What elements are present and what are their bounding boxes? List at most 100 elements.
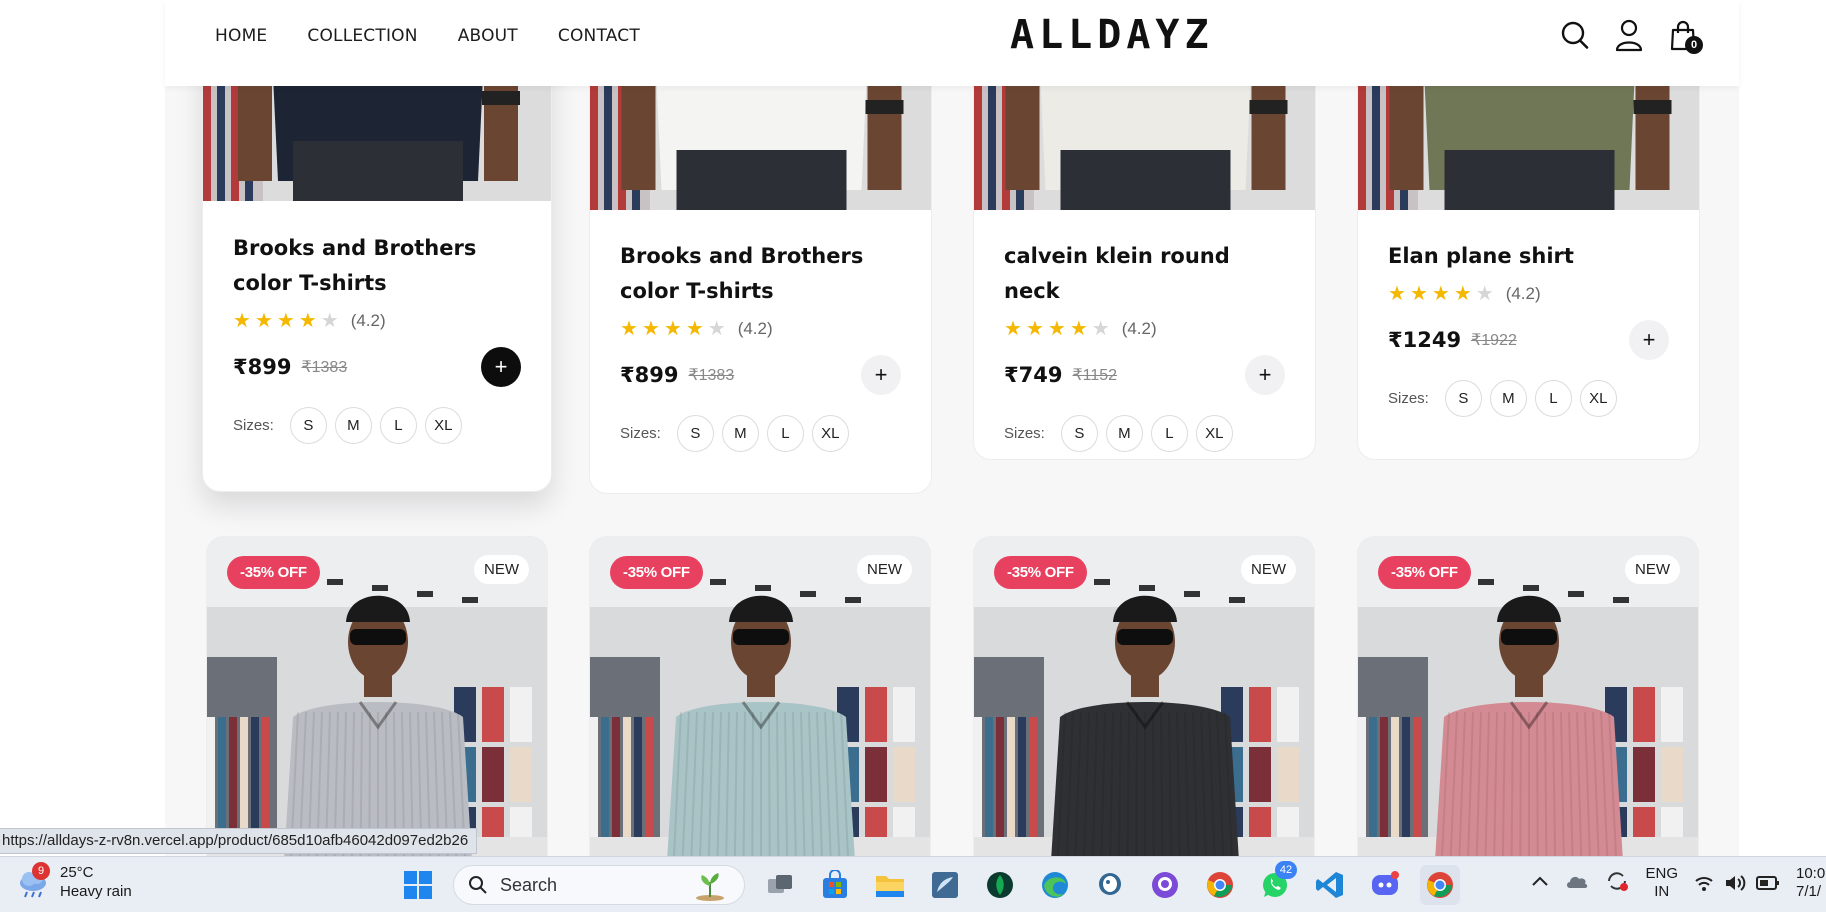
rating-value: (4.2)	[1505, 284, 1541, 303]
mongodb-compass-icon[interactable]	[980, 865, 1020, 905]
size-chip[interactable]: M	[334, 407, 372, 444]
quick-settings[interactable]	[1694, 874, 1780, 892]
product-name[interactable]: Brooks and Brothers color T-shirts	[620, 239, 901, 309]
add-to-cart-button[interactable]: +	[1629, 320, 1669, 360]
new-badge: NEW	[1241, 555, 1296, 584]
original-price: ₹1383	[688, 367, 735, 384]
star-icon: ★	[320, 310, 339, 332]
weather-widget[interactable]: 9 25°C Heavy rain	[16, 862, 132, 901]
product-card[interactable]: -35% OFF NEW	[589, 536, 931, 856]
chevron-up-icon[interactable]	[1531, 874, 1549, 893]
product-name[interactable]: calvein klein round neck	[1004, 239, 1285, 309]
taskbar-apps: Search 42	[398, 861, 1460, 905]
size-chip[interactable]: L	[1534, 380, 1572, 417]
wifi-icon	[1695, 877, 1713, 891]
site-logo[interactable]: ALLDAYZ	[1010, 12, 1214, 58]
file-explorer-icon[interactable]	[870, 865, 910, 905]
product-card[interactable]: -35% OFF NEW	[973, 536, 1315, 856]
size-chip[interactable]: M	[1489, 380, 1527, 417]
size-chip[interactable]: S	[1444, 380, 1482, 417]
whatsapp-icon[interactable]: 42	[1255, 861, 1297, 905]
rating-value: (4.2)	[350, 311, 386, 330]
github-desktop-icon[interactable]	[1145, 865, 1185, 905]
discount-badge: -35% OFF	[610, 556, 703, 589]
volume-icon	[1726, 875, 1746, 891]
size-chip[interactable]: M	[1105, 415, 1143, 452]
size-options: Sizes: S M L XL	[1388, 380, 1669, 417]
sale-price: ₹749	[1004, 363, 1063, 387]
sale-price: ₹899	[620, 363, 679, 387]
plant-icon	[696, 873, 724, 901]
weather-condition: Heavy rain	[60, 883, 132, 900]
language-indicator[interactable]: ENG IN	[1645, 865, 1678, 901]
sync-icon[interactable]	[1605, 869, 1629, 898]
star-icon: ★	[1409, 283, 1428, 305]
size-chip[interactable]: L	[1150, 415, 1188, 452]
user-icon[interactable]	[1613, 18, 1645, 52]
size-chip[interactable]: XL	[424, 407, 462, 444]
size-chip[interactable]: XL	[811, 415, 849, 452]
main-nav: HOME COLLECTION ABOUT CONTACT	[215, 26, 640, 46]
product-card[interactable]: -35% OFF NEW	[1357, 536, 1699, 856]
original-price: ₹1383	[301, 359, 348, 376]
chrome-active-icon[interactable]	[1420, 865, 1460, 905]
size-chip[interactable]: M	[721, 415, 759, 452]
size-chip[interactable]: L	[766, 415, 804, 452]
product-info: Elan plane shirt ★ ★ ★ ★ ★ (4.2) ₹1249 ₹1922 + Siz…	[1388, 239, 1669, 417]
size-chip[interactable]: S	[289, 407, 327, 444]
discount-badge: -35% OFF	[994, 556, 1087, 589]
size-chip[interactable]: XL	[1195, 415, 1233, 452]
add-to-cart-button[interactable]: +	[861, 355, 901, 395]
star-icon: ★	[1004, 318, 1022, 340]
star-icon: ★	[298, 310, 317, 332]
nav-about[interactable]: ABOUT	[458, 26, 518, 46]
cart-icon[interactable]: 0	[1667, 18, 1703, 54]
discord-icon[interactable]	[1365, 865, 1405, 905]
rating-value: (4.2)	[737, 319, 773, 338]
microsoft-store-icon[interactable]	[815, 865, 855, 905]
chrome-icon[interactable]	[1200, 865, 1240, 905]
new-badge: NEW	[1625, 555, 1680, 584]
task-view-icon[interactable]	[760, 865, 800, 905]
vscode-icon[interactable]	[1310, 865, 1350, 905]
clock-time: 10:02	[1796, 865, 1826, 882]
price-row: ₹749 ₹1152 +	[1004, 353, 1285, 397]
weather-temp: 25°C	[60, 864, 94, 881]
star-icon: ★	[1025, 318, 1044, 340]
weather-alert-badge: 9	[32, 862, 50, 880]
size-chip[interactable]: XL	[1579, 380, 1617, 417]
link-status-url: https://alldays-z-rv8n.vercel.app/produc…	[0, 828, 478, 854]
add-to-cart-button[interactable]: +	[481, 347, 521, 387]
star-icon: ★	[276, 310, 295, 332]
taskbar-search-placeholder: Search	[500, 874, 558, 895]
weather-rain-icon: 9	[16, 862, 50, 899]
original-price: ₹1922	[1471, 332, 1517, 349]
pgadmin-icon[interactable]	[1090, 865, 1130, 905]
product-card[interactable]: -35% OFF NEW	[206, 536, 548, 856]
star-icon: ★	[707, 318, 726, 340]
size-chip[interactable]: L	[379, 407, 417, 444]
edge-browser-icon[interactable]	[1035, 865, 1075, 905]
mysql-workbench-icon[interactable]	[925, 865, 965, 905]
sizes-label: Sizes:	[233, 417, 274, 434]
clock-date: 7/1/	[1796, 883, 1822, 900]
product-name[interactable]: Elan plane shirt	[1388, 239, 1669, 274]
windows-start-icon[interactable]	[398, 865, 438, 905]
star-icon: ★	[1431, 283, 1450, 305]
onedrive-cloud-icon[interactable]	[1565, 872, 1589, 895]
search-icon[interactable]	[1559, 18, 1591, 52]
product-name[interactable]: Brooks and Brothers color T-shirts	[233, 231, 521, 301]
size-chip[interactable]: S	[676, 415, 714, 452]
size-chip[interactable]: S	[1060, 415, 1098, 452]
nav-collection[interactable]: COLLECTION	[307, 26, 417, 46]
rating-stars: ★ ★ ★ ★ ★ (4.2)	[233, 311, 521, 331]
sale-price: ₹899	[233, 355, 292, 379]
nav-home[interactable]: HOME	[215, 26, 267, 46]
clock[interactable]: 10:02 7/1/	[1796, 865, 1826, 901]
price-row: ₹899 ₹1383 +	[620, 353, 901, 397]
taskbar-search[interactable]: Search	[453, 865, 745, 905]
product-info: Brooks and Brothers color T-shirts ★ ★ ★ ★ ★(…	[620, 239, 901, 452]
add-to-cart-button[interactable]: +	[1245, 355, 1285, 395]
star-icon: ★	[1388, 283, 1406, 305]
nav-contact[interactable]: CONTACT	[558, 26, 640, 46]
